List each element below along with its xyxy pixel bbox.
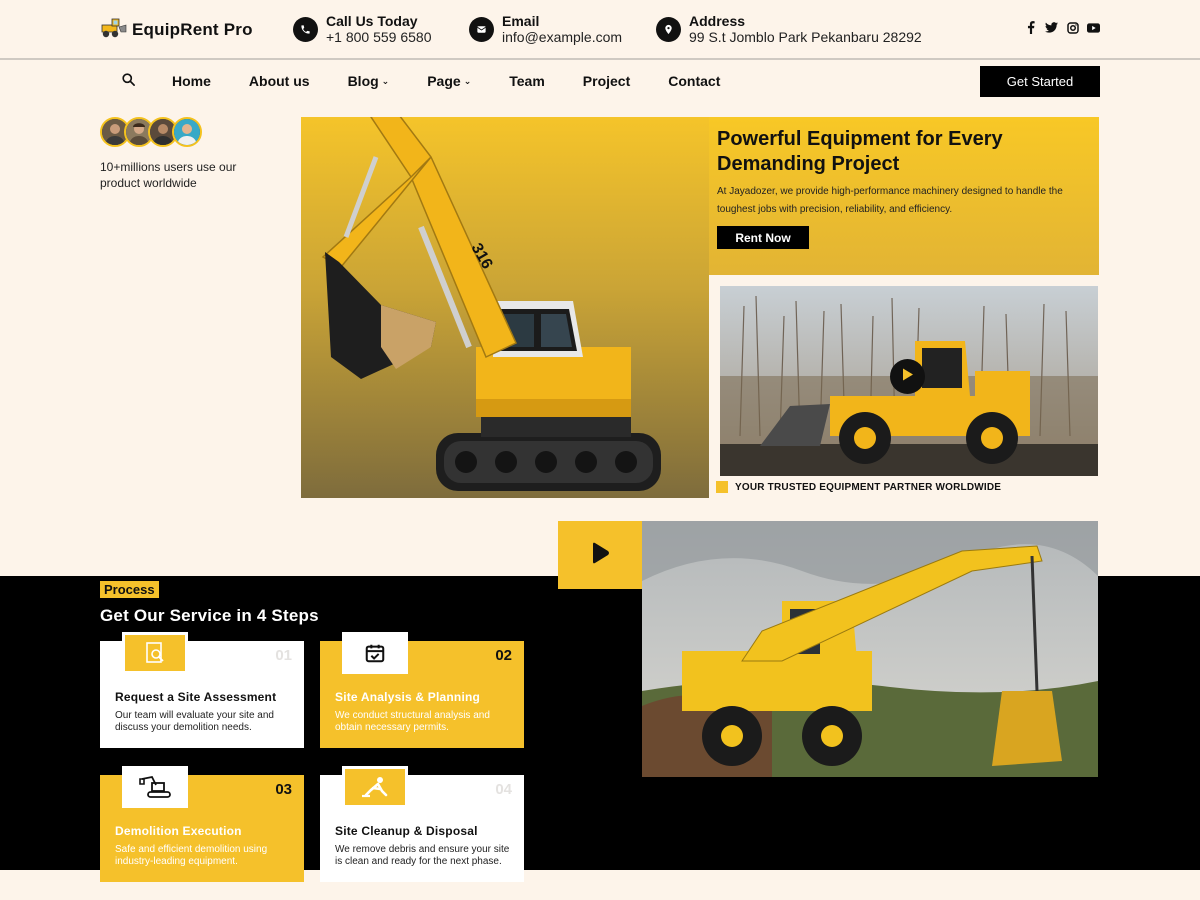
step-description: Our team will evaluate your site and dis… (115, 710, 274, 733)
play-icon (589, 542, 611, 569)
hero-excavator-image: 316 (301, 117, 709, 498)
nav-team-label: Team (509, 73, 545, 89)
step-card-1[interactable]: 01 Request a Site Assessment Our team wi… (100, 632, 304, 748)
nav-team[interactable]: Team (509, 73, 545, 89)
contact-value: 99 S.t Jomblo Park Pekanbaru 28292 (689, 29, 922, 45)
chevron-down-icon: ⌄ (381, 75, 390, 86)
user-avatars (100, 117, 202, 147)
step-description: We remove debris and ensure your site is… (335, 844, 510, 867)
calendar-check-icon (345, 635, 405, 671)
worker-cleanup-icon (345, 769, 405, 805)
contact-email[interactable]: Email info@example.com (469, 13, 622, 46)
step-number: 04 (495, 781, 512, 798)
hero-text-panel: Powerful Equipment for Every Demanding P… (709, 117, 1099, 275)
wheeled-excavator-image (642, 521, 1098, 777)
get-started-button[interactable]: Get Started (980, 66, 1100, 97)
nav-blog[interactable]: Blog ⌄ (348, 73, 390, 89)
nav-menu: Home About us Blog ⌄ Page ⌄ Team Project C… (172, 73, 758, 89)
step-card-3[interactable]: 03 Demolition Execution Safe and efficie… (100, 766, 304, 882)
users-count-text: 10+millions users use our product worldw… (100, 160, 237, 190)
step-card-2[interactable]: 02 Site Analysis & Planning We conduct s… (320, 632, 524, 748)
social-links (1024, 21, 1100, 34)
play-video-button[interactable] (890, 359, 925, 394)
excavator-icon (125, 769, 185, 805)
process-tag: Process (100, 581, 159, 598)
nav-page-label: Page (427, 73, 461, 89)
partner-text: YOUR TRUSTED EQUIPMENT PARTNER WORLDWIDE (735, 481, 1002, 493)
twitter-icon[interactable] (1045, 21, 1058, 34)
contact-address[interactable]: Address 99 S.t Jomblo Park Pekanbaru 282… (656, 13, 922, 46)
step-description: Safe and efficient demolition using indu… (115, 844, 268, 867)
step-description: We conduct structural analysis and obtai… (335, 710, 490, 733)
brand-logo[interactable]: EquipRent Pro (100, 16, 253, 43)
step-number: 02 (495, 647, 512, 664)
phone-icon (293, 17, 318, 42)
step-title: Site Cleanup & Disposal (335, 824, 478, 838)
nav-contact-label: Contact (668, 73, 721, 89)
contact-phone[interactable]: Call Us Today +1 800 559 6580 (293, 13, 432, 46)
top-bar: EquipRent Pro Call Us Today +1 800 559 6… (0, 0, 1200, 60)
youtube-icon[interactable] (1087, 21, 1100, 34)
contact-value: +1 800 559 6580 (326, 29, 432, 45)
hero-section: 316 Powerful Equipment for Every Demandi… (301, 117, 1099, 498)
contact-value: info@example.com (502, 29, 623, 45)
nav-contact[interactable]: Contact (668, 73, 720, 89)
step-title: Request a Site Assessment (115, 690, 277, 704)
loader-video-thumbnail[interactable] (720, 286, 1098, 476)
hero-description: At Jayadozer, we provide high-performanc… (717, 186, 1063, 215)
step-number: 01 (275, 647, 292, 664)
facebook-icon[interactable] (1024, 21, 1037, 34)
loader-truck-icon (100, 16, 128, 43)
chevron-down-icon: ⌄ (463, 75, 472, 86)
contact-label: Email (502, 13, 540, 29)
process-title: Get Our Service in 4 Steps (100, 606, 319, 625)
video-play-box[interactable] (558, 521, 642, 589)
nav-project[interactable]: Project (583, 73, 630, 89)
nav-home-label: Home (172, 73, 211, 89)
step-number: 03 (275, 781, 292, 798)
nav-page[interactable]: Page ⌄ (427, 73, 471, 89)
step-title: Site Analysis & Planning (335, 690, 481, 704)
instagram-icon[interactable] (1066, 21, 1079, 34)
contact-label: Address (689, 13, 746, 29)
search-document-icon (125, 635, 185, 671)
avatar (172, 117, 202, 147)
accent-square-icon (716, 481, 728, 493)
contact-label: Call Us Today (326, 13, 418, 29)
search-icon[interactable] (121, 72, 136, 92)
nav-blog-label: Blog (347, 73, 379, 89)
location-pin-icon (656, 17, 681, 42)
rent-now-button[interactable]: Rent Now (717, 226, 809, 249)
play-icon (902, 368, 914, 386)
hero-title: Powerful Equipment for Every Demanding P… (717, 128, 1003, 175)
nav-about[interactable]: About us (249, 73, 310, 89)
step-title: Demolition Execution (115, 824, 242, 838)
nav-home[interactable]: Home (172, 73, 211, 89)
mail-icon (469, 17, 494, 42)
partner-tagline: YOUR TRUSTED EQUIPMENT PARTNER WORLDWIDE (716, 481, 1001, 493)
nav-project-label: Project (582, 73, 631, 89)
brand-name: EquipRent Pro (132, 19, 253, 39)
step-card-4[interactable]: 04 Site Cleanup & Disposal We remove deb… (320, 766, 524, 882)
main-nav: Home About us Blog ⌄ Page ⌄ Team Project C… (0, 62, 1200, 102)
nav-about-label: About us (248, 73, 310, 89)
